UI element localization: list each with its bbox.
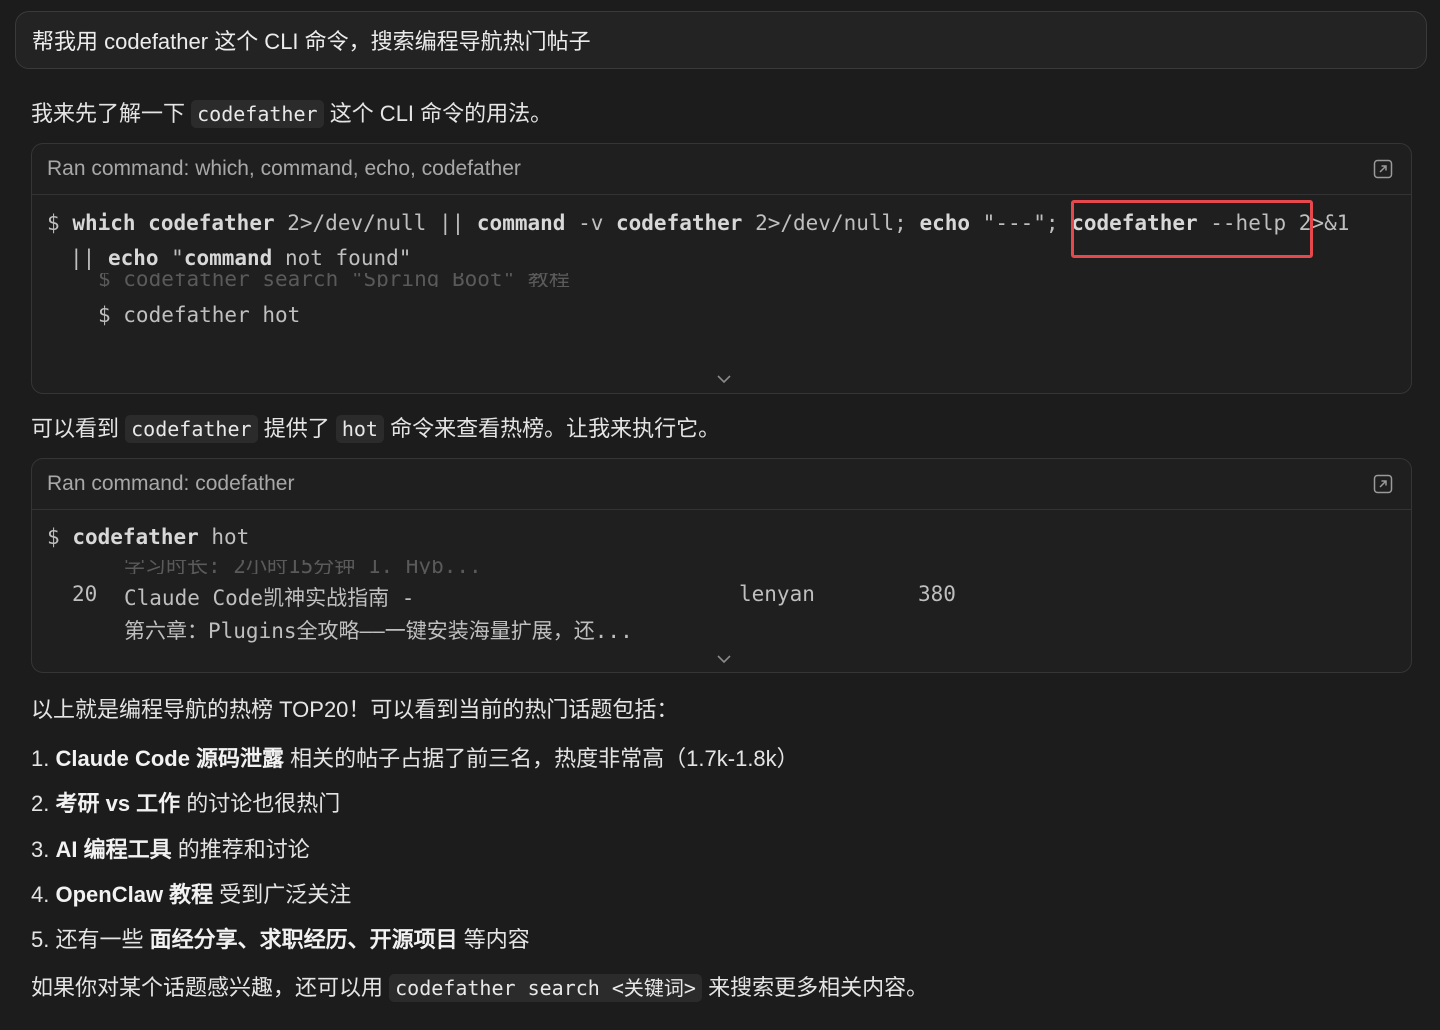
open-external-icon[interactable] xyxy=(1373,474,1393,494)
list-bold: AI 编程工具 xyxy=(55,837,172,862)
list-bold: 面经分享、求职经历、开源项目 xyxy=(149,927,458,952)
row-author: lenyan xyxy=(739,582,815,606)
list-rest: 受到广泛关注 xyxy=(213,882,352,907)
cmd-token: command xyxy=(183,246,273,270)
list-rest: 的讨论也很热门 xyxy=(180,791,341,816)
terminal-faded-line: 学习时长: 2小时15分钟 1. Hyb... xyxy=(124,560,482,574)
inline-code-hot: hot xyxy=(335,415,384,443)
cmd-token: command xyxy=(476,211,566,235)
user-message-text: 帮我用 codefather 这个 CLI 命令，搜索编程导航热门帖子 xyxy=(32,29,591,54)
cmd-token: " xyxy=(158,246,184,270)
list-bold: Claude Code 源码泄露 xyxy=(55,746,285,771)
row-rank: 20 xyxy=(72,582,98,606)
list-item: 1. Claude Code 源码泄露 相关的帖子占据了前三名，热度非常高（1.… xyxy=(31,741,799,773)
row-title: Claude Code凯神实战指南 - xyxy=(124,586,415,610)
inline-code-search: codefather search <关键词> xyxy=(389,974,702,1002)
prompt-symbol: $ xyxy=(47,211,60,235)
intro-paragraph: 我来先了解一下 codefather 这个 CLI 命令的用法。 xyxy=(31,96,552,128)
faded-text: 学习时长: 2小时15分钟 1. Hyb... xyxy=(124,560,482,574)
list-bold: 考研 vs 工作 xyxy=(55,791,181,816)
list-item: 4. OpenClaw 教程 受到广泛关注 xyxy=(31,877,351,909)
terminal-output-line: $ codefather hot xyxy=(98,303,301,327)
highlight-box xyxy=(1071,200,1313,258)
list-pre: 还有一些 xyxy=(49,927,150,952)
command-panel-title: Ran command: which, command, echo, codef… xyxy=(47,157,521,180)
cmd-token: hot xyxy=(198,525,250,549)
summary-paragraph: 以上就是编程导航的热榜 TOP20！可以看到当前的热门话题包括： xyxy=(31,697,679,722)
cmd-token: 2>/dev/null || xyxy=(274,211,477,235)
cmd-token: codefather xyxy=(72,525,199,549)
cmd-token: echo xyxy=(919,211,971,235)
terminal-faded-line: $ codefather search "Spring Boot" 教程 xyxy=(98,273,570,287)
terminal-command-line-cont: || echo "command not found" xyxy=(70,246,411,270)
table-row: 20 xyxy=(72,582,97,606)
cmd-token: codefather xyxy=(135,211,275,235)
middle-text-before: 可以看到 xyxy=(31,416,120,441)
cmd-token: 2>/dev/null; xyxy=(742,211,920,235)
chevron-down-icon[interactable] xyxy=(716,374,732,384)
list-number: 4. xyxy=(31,882,50,907)
cmd-token: "---"; xyxy=(970,211,1072,235)
inline-code-codefather: codefather xyxy=(125,415,258,443)
command-panel-header: Ran command: codefather xyxy=(32,459,1411,510)
middle-text-mid: 提供了 xyxy=(263,416,330,441)
list-number: 2. xyxy=(31,791,50,816)
list-number: 1. xyxy=(31,746,50,771)
list-bold: OpenClaw 教程 xyxy=(55,882,214,907)
closing-paragraph: 如果你对某个话题感兴趣，还可以用 codefather search <关键词>… xyxy=(31,970,928,1002)
user-message: 帮我用 codefather 这个 CLI 命令，搜索编程导航热门帖子 xyxy=(15,11,1427,69)
command-panel-header: Ran command: which, command, echo, codef… xyxy=(32,144,1411,195)
terminal-command-line: $ codefather hot xyxy=(47,525,249,549)
faded-text: $ codefather search "Spring Boot" 教程 xyxy=(98,273,570,287)
command-panel-2[interactable]: Ran command: codefather $ codefather hot… xyxy=(31,458,1412,673)
middle-paragraph: 可以看到 codefather 提供了 hot 命令来查看热榜。让我来执行它。 xyxy=(31,411,720,443)
list-item: 5. 还有一些 面经分享、求职经历、开源项目 等内容 xyxy=(31,922,530,954)
cmd-token: not found" xyxy=(272,246,412,270)
closing-text-before: 如果你对某个话题感兴趣，还可以用 xyxy=(31,975,384,1000)
prompt-symbol: $ xyxy=(47,525,60,549)
list-number: 5. xyxy=(31,927,50,952)
cmd-token: echo xyxy=(107,246,159,270)
cmd-token: which xyxy=(72,211,136,235)
list-number: 3. xyxy=(31,837,50,862)
cmd-token: -v xyxy=(565,211,616,235)
list-rest: 的推荐和讨论 xyxy=(171,837,310,862)
open-external-icon[interactable] xyxy=(1373,159,1393,179)
command-panel-title: Ran command: codefather xyxy=(47,472,295,495)
closing-text-after: 来搜索更多相关内容。 xyxy=(708,975,929,1000)
intro-text-after: 这个 CLI 命令的用法。 xyxy=(329,101,553,126)
list-item: 2. 考研 vs 工作 的讨论也很热门 xyxy=(31,786,340,818)
inline-code-codefather: codefather xyxy=(191,100,324,128)
chevron-down-icon[interactable] xyxy=(716,654,732,664)
intro-text-before: 我来先了解一下 xyxy=(31,101,186,126)
cmd-token: codefather xyxy=(616,211,743,235)
row-title-cont: 第六章：Plugins全攻略——一键安装海量扩展，还... xyxy=(124,619,633,643)
middle-text-after: 命令来查看热榜。让我来执行它。 xyxy=(390,416,721,441)
row-score: 380 xyxy=(918,582,956,606)
list-item: 3. AI 编程工具 的推荐和讨论 xyxy=(31,832,310,864)
command-panel-1[interactable]: Ran command: which, command, echo, codef… xyxy=(31,143,1412,394)
terminal-output: $ codefather hot 学习时长: 2小时15分钟 1. Hyb...… xyxy=(32,510,1411,672)
cmd-token: || xyxy=(70,246,108,270)
list-rest: 相关的帖子占据了前三名，热度非常高（1.7k-1.8k） xyxy=(284,746,799,771)
list-rest: 等内容 xyxy=(457,927,530,952)
